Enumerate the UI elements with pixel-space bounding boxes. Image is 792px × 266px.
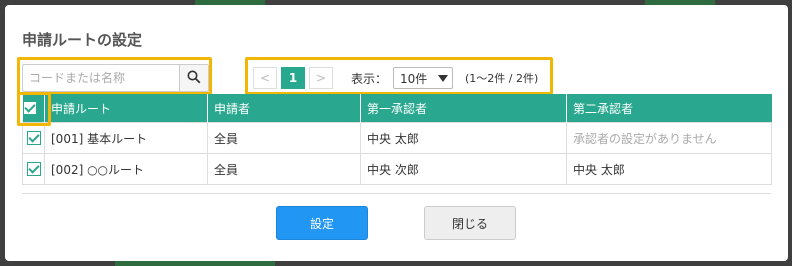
highlight-pager (245, 57, 553, 95)
header-route[interactable]: 申請ルート (44, 94, 208, 123)
cell-applicant: 全員 (207, 153, 361, 185)
cell-second-approver: 承認者の設定がありません (566, 122, 772, 154)
row-select-cell (22, 122, 45, 154)
row-select-cell (22, 153, 45, 185)
cell-route: [002] ○○ルート (44, 153, 208, 185)
settings-button[interactable]: 設定 (276, 206, 368, 240)
table-row[interactable]: [001] 基本ルート 全員 中央 太郎 承認者の設定がありません (22, 122, 772, 154)
dialog-title: 申請ルートの設定 (22, 31, 143, 49)
table-row[interactable]: [002] ○○ルート 全員 中央 次郎 中央 太郎 (22, 153, 772, 185)
highlight-select-all (17, 92, 51, 126)
route-table: 申請ルート 申請者 第一承認者 第二承認者 [001] 基本ルート 全員 中央 … (22, 94, 772, 185)
footer-divider (22, 193, 771, 194)
row-checkbox[interactable] (26, 131, 41, 146)
highlight-search (17, 57, 212, 95)
backdrop-strip (115, 261, 275, 266)
cell-first-approver: 中央 太郎 (360, 122, 567, 154)
header-applicant[interactable]: 申請者 (207, 94, 361, 123)
row-checkbox[interactable] (26, 162, 41, 177)
header-second-approver[interactable]: 第二承認者 (566, 94, 772, 123)
cell-applicant: 全員 (207, 122, 361, 154)
route-settings-dialog: 申請ルートの設定 < 1 > 表示： 10件 (1〜2件 / 2件) 申請ルート… (5, 5, 788, 261)
header-first-approver[interactable]: 第一承認者 (360, 94, 567, 123)
close-button[interactable]: 閉じる (424, 206, 516, 240)
cell-first-approver: 中央 次郎 (360, 153, 567, 185)
cell-route: [001] 基本ルート (44, 122, 208, 154)
table-header-row: 申請ルート 申請者 第一承認者 第二承認者 (22, 94, 772, 123)
cell-second-approver: 中央 太郎 (566, 153, 772, 185)
